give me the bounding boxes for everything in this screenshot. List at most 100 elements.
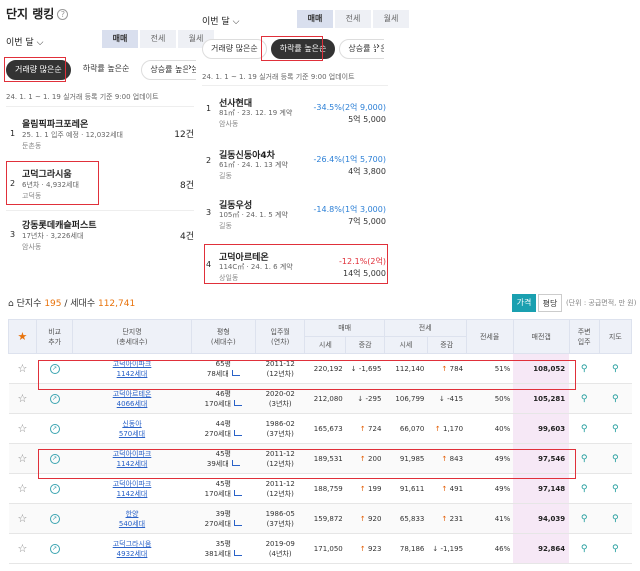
complex-households[interactable]: 570세대 [73, 429, 191, 439]
gap-header[interactable]: 매전갭 [512, 319, 570, 354]
name-cell[interactable]: 고덕그라시움 4932세대 [72, 533, 192, 564]
rank-item[interactable]: 1 올림픽파크포레온 25. 1. 1 입주 예정 · 12,032세대 둔촌동… [6, 112, 194, 162]
complex-households[interactable]: 4932세대 [73, 549, 191, 559]
complex-name[interactable]: 고덕아이파크 [73, 479, 191, 489]
compare-cell[interactable]: ↗ [36, 413, 73, 444]
rank-item[interactable]: 3 길동우성 105㎡ · 24. 1. 5 계약 길동 -14.8%(1억 3… [202, 194, 388, 230]
tab-sale[interactable]: 매매 [297, 10, 333, 28]
complex-name[interactable]: 신동아 [73, 419, 191, 429]
ratio-header[interactable]: 전세율 [465, 319, 514, 354]
age: (12년차) [266, 489, 294, 498]
near-cell[interactable]: ⚲ [569, 503, 600, 534]
location-pin-icon[interactable]: ⚲ [581, 394, 588, 404]
help-icon[interactable]: ? [57, 9, 69, 20]
location-pin-icon[interactable]: ⚲ [581, 424, 588, 434]
pyeong-mode-button[interactable]: 평당 [538, 294, 562, 312]
month-dropdown[interactable]: 이번 달 ⌵ [6, 35, 43, 48]
month-dropdown-right[interactable]: 이번 달 ⌵ [202, 14, 239, 27]
star-cell[interactable]: ☆ [8, 383, 37, 414]
rank-item[interactable]: 2 길동신동아4차 61㎡ · 24. 1. 13 계약 길동 -26.4%(1… [202, 144, 388, 180]
map-cell[interactable]: ⚲ [599, 413, 632, 444]
name-cell[interactable]: 한양 540세대 [72, 503, 192, 534]
location-pin-icon[interactable]: ⚲ [581, 454, 588, 464]
star-icon: ★ [17, 330, 28, 343]
near-cell[interactable]: ⚲ [569, 533, 600, 564]
map-pin-icon[interactable]: ⚲ [612, 424, 619, 434]
map-pin-icon[interactable]: ⚲ [612, 544, 619, 554]
area-header[interactable]: 평형 (세대수) [190, 319, 257, 354]
tab-sale[interactable]: 매매 [102, 30, 138, 48]
year-header[interactable]: 입주월 (연차) [255, 319, 306, 354]
star-outline-icon[interactable]: ☆ [18, 392, 28, 405]
map-pin-icon[interactable]: ⚲ [612, 484, 619, 494]
star-cell[interactable]: ☆ [8, 533, 37, 564]
star-outline-icon[interactable]: ☆ [18, 452, 28, 465]
complex-name[interactable]: 한양 [73, 509, 191, 519]
name-header[interactable]: 단지명 (총세대수) [72, 319, 192, 354]
tab-jeonse[interactable]: 전세 [140, 30, 176, 48]
jeonse-price: 78,186 [384, 533, 428, 564]
chevron-right-icon[interactable]: › [376, 41, 380, 52]
compare-cell[interactable]: ↗ [36, 503, 73, 534]
star-cell[interactable]: ☆ [8, 353, 37, 384]
map-pin-icon[interactable]: ⚲ [612, 514, 619, 524]
location-pin-icon[interactable]: ⚲ [581, 364, 588, 374]
star-outline-icon[interactable]: ☆ [18, 512, 28, 525]
year-cell: 1986-05 (37년차) [255, 503, 305, 534]
star-outline-icon[interactable]: ☆ [18, 482, 28, 495]
table-row: ☆ ↗ 신동아 570세대 44평 270세대 1986-02 (37년차) 165,673 ↑ … [8, 413, 632, 444]
location-pin-icon[interactable]: ⚲ [581, 484, 588, 494]
star-cell[interactable]: ☆ [8, 503, 37, 534]
compare-icon[interactable]: ↗ [49, 543, 60, 554]
complex-households[interactable]: 1142세대 [73, 489, 191, 499]
complex-name[interactable]: 고덕그라시움 [73, 539, 191, 549]
location-pin-icon[interactable]: ⚲ [581, 514, 588, 524]
star-outline-icon[interactable]: ☆ [18, 542, 28, 555]
map-pin-icon[interactable]: ⚲ [612, 364, 619, 374]
star-cell[interactable]: ☆ [8, 413, 37, 444]
trend-chart-icon[interactable] [233, 399, 242, 406]
map-cell[interactable]: ⚲ [599, 533, 632, 564]
compare-icon[interactable]: ↗ [49, 423, 60, 434]
trend-chart-icon[interactable] [233, 519, 242, 526]
map-cell[interactable]: ⚲ [599, 443, 632, 474]
sort-drop-pill[interactable]: 하락률 높은순 [74, 60, 138, 80]
rank-item[interactable]: 1 선사현대 81㎡ · 23. 12. 19 계약 암사동 -34.5%(2억… [202, 92, 388, 128]
compare-icon[interactable]: ↗ [49, 513, 60, 524]
tab-jeonse[interactable]: 전세 [335, 10, 371, 28]
trend-chart-icon[interactable] [233, 549, 242, 556]
jeonse-price-header[interactable]: 시세 [383, 336, 428, 354]
map-cell[interactable]: ⚲ [599, 503, 632, 534]
sort-volume-pill[interactable]: 거래량 많은순 [202, 39, 267, 59]
star-outline-icon[interactable]: ☆ [18, 422, 28, 435]
chevron-right-icon[interactable]: › [188, 62, 192, 73]
complex-households[interactable]: 4066세대 [73, 399, 191, 409]
complex-name[interactable]: 고덕아르테온 [73, 389, 191, 399]
compare-icon[interactable]: ↗ [49, 393, 60, 404]
trend-chart-icon[interactable] [233, 429, 242, 436]
star-outline-icon[interactable]: ☆ [18, 362, 28, 375]
complex-households[interactable]: 540세대 [73, 519, 191, 529]
rank-item[interactable]: 3 강동롯데캐슬퍼스트 17년차 · 3,226세대 암사동 4건 [6, 211, 194, 261]
location-pin-icon[interactable]: ⚲ [581, 544, 588, 554]
star-cell[interactable]: ☆ [8, 443, 37, 474]
compare-icon[interactable]: ↗ [49, 483, 60, 494]
map-pin-icon[interactable]: ⚲ [612, 394, 619, 404]
rank-name: 강동롯데캐슬퍼스트 [22, 221, 97, 231]
jeonse-change-header[interactable]: 증감 [426, 336, 467, 354]
map-cell[interactable]: ⚲ [599, 353, 632, 384]
jeonse-header: 전세 [383, 319, 467, 337]
trend-chart-icon[interactable] [233, 489, 242, 496]
tab-monthly[interactable]: 월세 [373, 10, 409, 28]
sale-price-header[interactable]: 시세 [304, 336, 347, 354]
star-cell[interactable]: ☆ [8, 473, 37, 504]
name-cell[interactable]: 신동아 570세대 [72, 413, 192, 444]
map-pin-icon[interactable]: ⚲ [612, 454, 619, 464]
near-cell[interactable]: ⚲ [569, 413, 600, 444]
compare-cell[interactable]: ↗ [36, 533, 73, 564]
price-mode-button[interactable]: 가격 [512, 294, 536, 312]
sale-change-header[interactable]: 증감 [345, 336, 385, 354]
map-cell[interactable]: ⚲ [599, 383, 632, 414]
map-cell[interactable]: ⚲ [599, 473, 632, 504]
unit-note: (단위 : 공급면적, 만 원) [566, 299, 637, 307]
